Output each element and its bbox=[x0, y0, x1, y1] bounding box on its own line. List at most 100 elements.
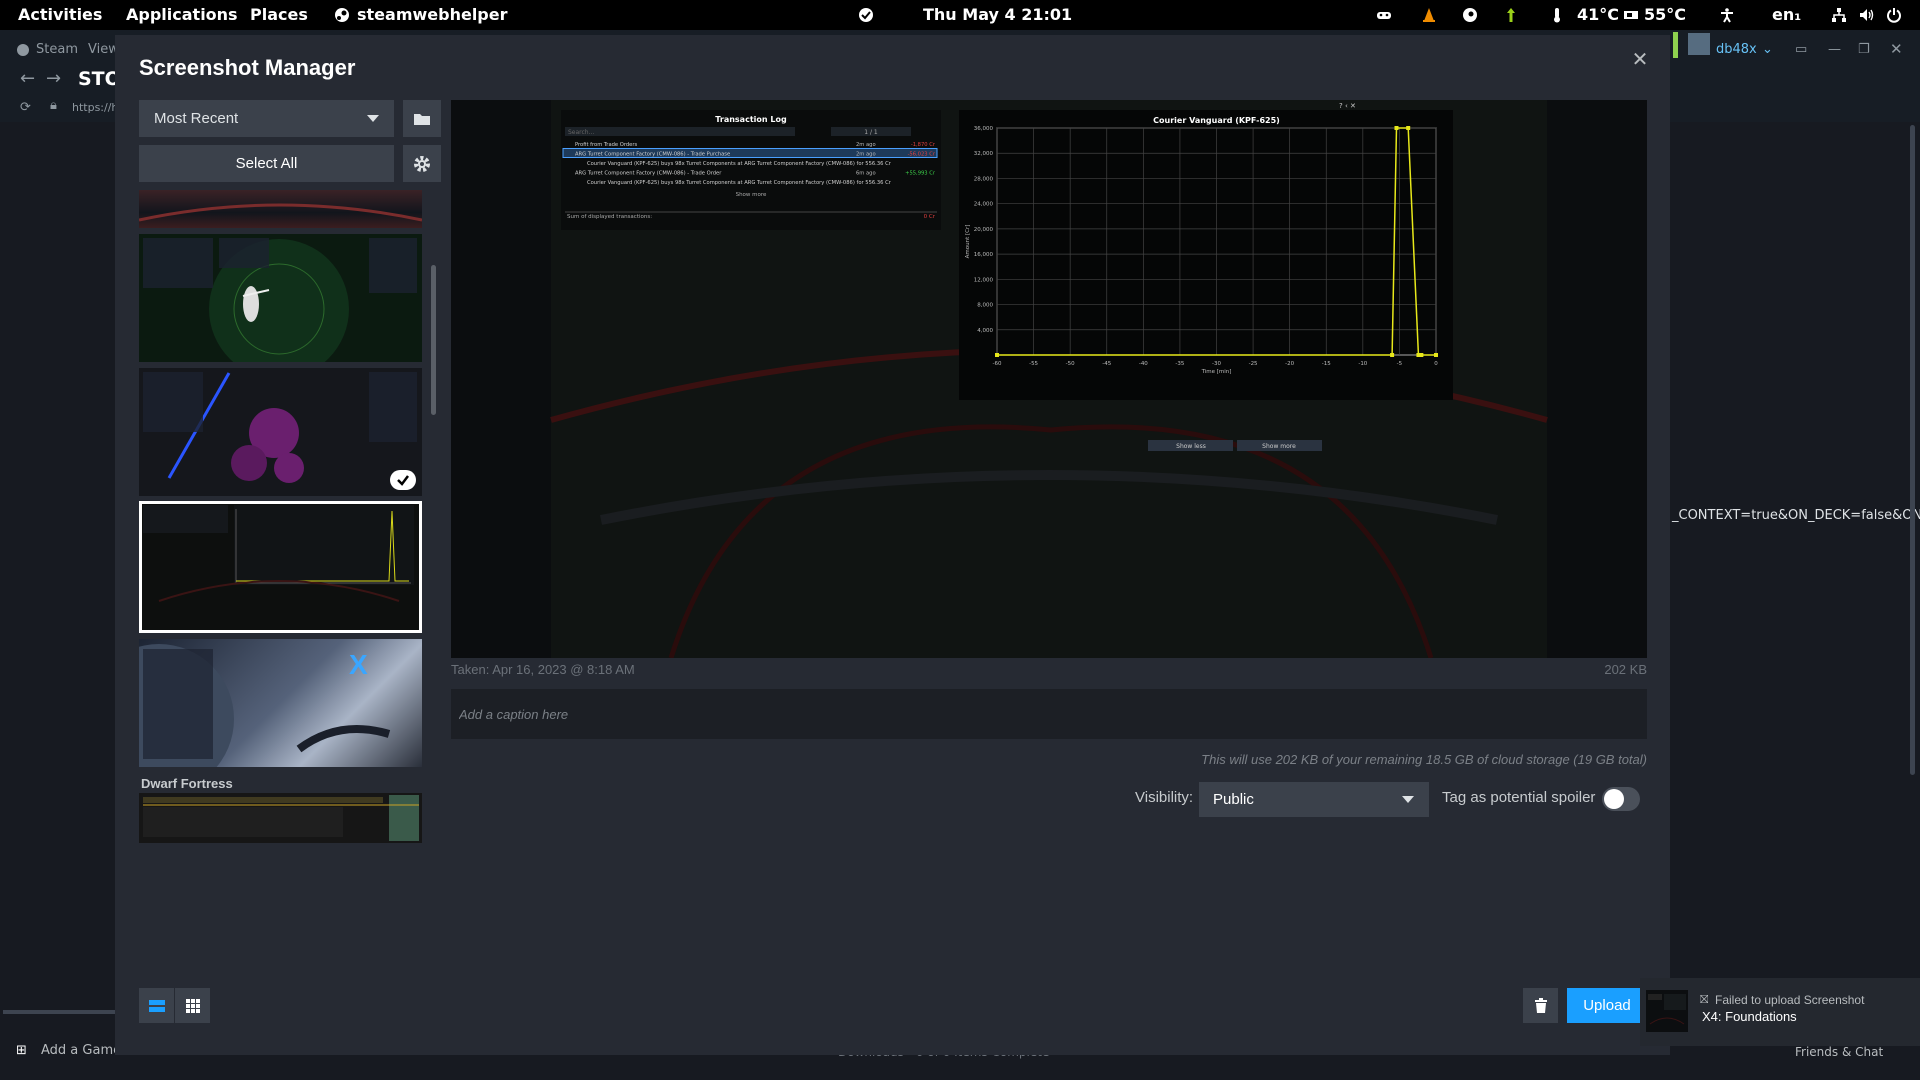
transaction-page: 1 / 1 bbox=[864, 129, 878, 136]
screenshot-thumbnail[interactable] bbox=[139, 368, 422, 496]
page-scrollbar[interactable] bbox=[1910, 125, 1915, 775]
lock-icon: 🔒︎ bbox=[50, 98, 57, 113]
chart-title: Courier Vanguard (KPF-625) bbox=[1153, 116, 1280, 125]
transaction-row-text: ARG Turret Component Factory (CMW-086) -… bbox=[575, 171, 722, 177]
chart-data-point bbox=[1390, 353, 1395, 357]
monitor-icon[interactable]: ▭ bbox=[1795, 42, 1807, 57]
transaction-show-more: Show more bbox=[736, 192, 767, 198]
avatar[interactable] bbox=[1688, 33, 1710, 55]
steam-menu[interactable]: Steam bbox=[36, 42, 78, 57]
chart-y-tick-label: 32,000 bbox=[974, 151, 994, 157]
vlc-icon bbox=[1421, 7, 1437, 23]
focused-app-name[interactable]: steamwebhelper bbox=[357, 0, 508, 30]
screenshot-thumbnail[interactable] bbox=[139, 793, 422, 843]
cloud-storage-note: This will use 202 KB of your remaining 1… bbox=[1201, 752, 1647, 767]
steam-icon bbox=[334, 7, 350, 23]
chart-x-tick-label: -50 bbox=[1066, 361, 1075, 367]
list-view-button[interactable] bbox=[139, 988, 174, 1023]
spoiler-label: Tag as potential spoiler bbox=[1442, 789, 1596, 806]
notification-title: Failed to upload Screenshot bbox=[1715, 993, 1865, 1007]
chart-x-tick-label: 0 bbox=[1434, 361, 1438, 367]
upload-button[interactable]: Upload bbox=[1567, 988, 1647, 1023]
applications-menu[interactable]: Applications bbox=[126, 0, 238, 30]
steam-tray-icon[interactable] bbox=[1462, 7, 1478, 23]
add-game-button[interactable]: Add a Game bbox=[41, 1043, 121, 1058]
maximize-icon[interactable]: ❐ bbox=[1858, 42, 1870, 57]
screenshot-thumbnail[interactable]: X bbox=[139, 639, 422, 767]
reload-icon[interactable]: ⟳ bbox=[20, 100, 31, 115]
broken-image-icon: ⛝ bbox=[1700, 993, 1709, 1006]
file-size: 202 KB bbox=[1604, 662, 1647, 677]
chart-data-point bbox=[995, 353, 999, 357]
transaction-log-title: Transaction Log bbox=[715, 115, 787, 124]
notification-thumbnail bbox=[1646, 990, 1688, 1032]
settings-button[interactable] bbox=[403, 145, 441, 182]
notification-game: X4: Foundations bbox=[1702, 1009, 1797, 1024]
back-arrow-icon[interactable]: ← bbox=[20, 68, 35, 89]
sidebar-scrollbar[interactable] bbox=[3, 1010, 115, 1014]
open-folder-button[interactable] bbox=[403, 100, 441, 137]
power-icon[interactable] bbox=[1886, 7, 1902, 23]
sort-dropdown[interactable]: Most Recent bbox=[139, 100, 394, 137]
friends-chat-button[interactable]: Friends & Chat bbox=[1795, 1045, 1883, 1059]
screenshot-preview: Transaction Log Search... 1 / 1 Profit f… bbox=[451, 100, 1647, 658]
dialog-title: Screenshot Manager bbox=[139, 55, 356, 80]
username[interactable]: db48x bbox=[1716, 42, 1757, 57]
transaction-row-time: 6m ago bbox=[856, 171, 876, 177]
gamepad-icon bbox=[1376, 7, 1392, 23]
svg-text:X: X bbox=[349, 649, 368, 680]
accessibility-icon[interactable] bbox=[1719, 7, 1735, 23]
chevron-down-icon[interactable]: ⌄ bbox=[1762, 42, 1773, 57]
transaction-row-time: 2m ago bbox=[856, 142, 876, 148]
minimize-icon[interactable]: — bbox=[1828, 42, 1841, 57]
url-bar[interactable]: https://h bbox=[72, 101, 118, 114]
trash-icon bbox=[1534, 997, 1547, 1013]
clock[interactable]: Thu May 4 21:01 bbox=[923, 0, 1072, 30]
chart-y-tick-label: 28,000 bbox=[974, 176, 994, 182]
screenshot-list[interactable]: X Dwarf Fortress bbox=[139, 190, 444, 990]
delete-button[interactable] bbox=[1523, 988, 1558, 1023]
spoiler-toggle[interactable] bbox=[1602, 787, 1640, 811]
gear-icon bbox=[414, 155, 430, 172]
select-all-button[interactable]: Select All bbox=[139, 145, 394, 182]
screenshot-manager-dialog: Screenshot Manager ✕ Most Recent Select … bbox=[115, 35, 1670, 1055]
upload-failed-notification[interactable]: ⛝ Failed to upload Screenshot X4: Founda… bbox=[1640, 978, 1920, 1046]
notification-icon[interactable] bbox=[858, 7, 874, 23]
transaction-row-time: 2m ago bbox=[856, 152, 876, 158]
transaction-row-text: Profit from Trade Orders bbox=[575, 142, 637, 148]
grid-view-icon bbox=[185, 998, 200, 1013]
grid-view-button[interactable] bbox=[175, 988, 210, 1023]
visibility-dropdown[interactable]: Public bbox=[1199, 782, 1429, 817]
chart-data-point bbox=[1394, 126, 1399, 130]
screenshot-thumbnail-selected[interactable] bbox=[139, 501, 422, 633]
chart-y-tick-label: 20,000 bbox=[974, 227, 994, 233]
forward-arrow-icon[interactable]: → bbox=[46, 68, 61, 89]
activities-button[interactable]: Activities bbox=[18, 0, 102, 30]
keyboard-layout[interactable]: en₁ bbox=[1772, 0, 1801, 30]
update-icon[interactable] bbox=[1503, 7, 1519, 23]
chart-x-tick-label: -35 bbox=[1175, 361, 1184, 367]
chart-x-tick-label: -10 bbox=[1358, 361, 1367, 367]
chart-y-tick-label: 36,000 bbox=[974, 126, 994, 132]
places-menu[interactable]: Places bbox=[250, 0, 308, 30]
caption-input[interactable] bbox=[451, 689, 1647, 739]
thumbnail-scrollbar[interactable] bbox=[431, 265, 436, 415]
transaction-search: Search... bbox=[568, 129, 594, 136]
close-icon[interactable]: ✕ bbox=[1626, 45, 1654, 73]
chart-y-tick-label: 16,000 bbox=[974, 252, 994, 258]
folder-icon bbox=[414, 113, 430, 125]
chart-y-tick-label: 8,000 bbox=[977, 303, 993, 309]
gpu-icon bbox=[1623, 7, 1639, 23]
chart-x-tick-label: -60 bbox=[993, 361, 1002, 367]
volume-icon[interactable] bbox=[1859, 7, 1875, 23]
network-icon[interactable] bbox=[1831, 7, 1847, 23]
taken-date: Taken: Apr 16, 2023 @ 8:18 AM bbox=[451, 662, 635, 677]
add-game-icon[interactable]: ⊞ bbox=[16, 1043, 27, 1058]
transaction-row-amount: -1,870 Cr bbox=[911, 142, 936, 148]
screenshot-thumbnail[interactable] bbox=[139, 190, 422, 228]
chart-x-tick-label: -25 bbox=[1249, 361, 1258, 367]
system-top-bar: Activities Applications Places steamwebh… bbox=[0, 0, 1920, 30]
window-close-icon[interactable]: ✕ bbox=[1890, 40, 1903, 58]
chart-x-tick-label: -15 bbox=[1322, 361, 1331, 367]
screenshot-thumbnail[interactable] bbox=[139, 234, 422, 362]
